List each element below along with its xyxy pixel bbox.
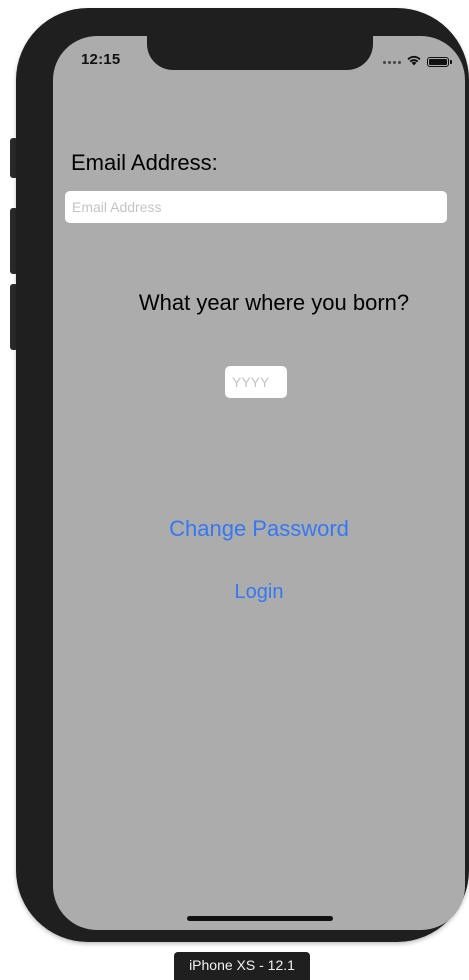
app-screen: 12:15 Email Address: What — [53, 36, 465, 930]
change-password-button[interactable]: Change Password — [53, 516, 465, 542]
status-icons — [383, 53, 452, 71]
signal-dots-icon — [383, 60, 401, 64]
home-indicator[interactable] — [187, 916, 333, 921]
email-address-input[interactable] — [65, 191, 447, 223]
notch — [147, 36, 373, 70]
status-time: 12:15 — [81, 51, 121, 68]
birth-year-question: What year where you born? — [138, 290, 410, 315]
email-address-label: Email Address: — [71, 150, 218, 175]
login-button[interactable]: Login — [53, 581, 465, 604]
simulator-stage: 12:15 Email Address: What — [0, 0, 469, 980]
wifi-icon — [406, 53, 422, 71]
battery-icon — [427, 57, 452, 67]
device-frame: 12:15 Email Address: What — [16, 8, 469, 942]
birth-year-input[interactable] — [225, 366, 287, 398]
device-name-label: iPhone XS - 12.1 — [174, 952, 310, 980]
